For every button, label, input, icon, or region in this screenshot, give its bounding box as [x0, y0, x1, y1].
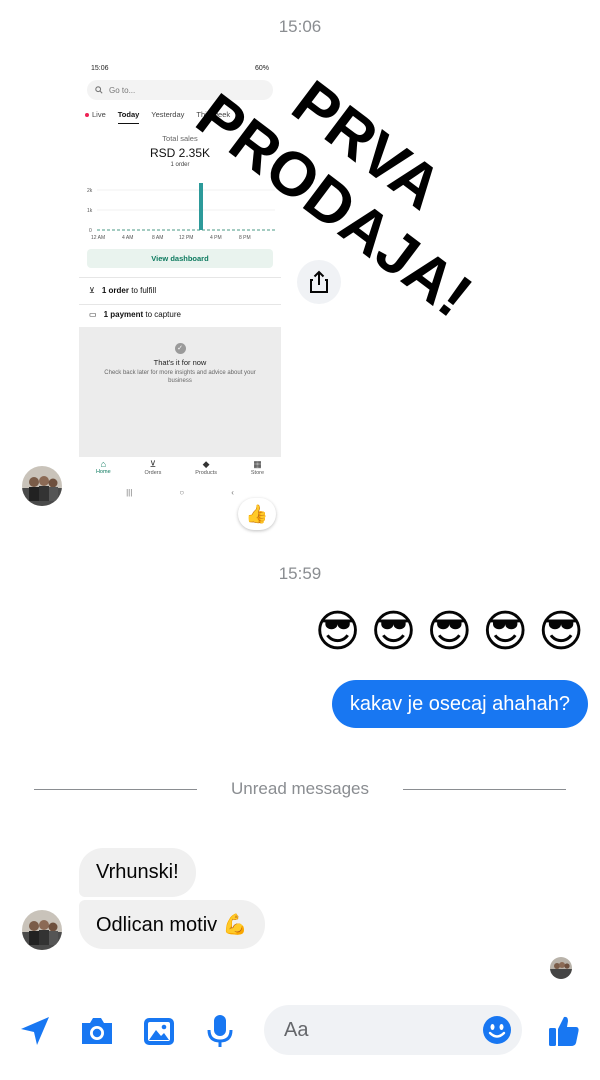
message-input[interactable]	[284, 1005, 474, 1055]
nav-home: ⌂ Home	[95, 459, 111, 475]
sent-message-bubble[interactable]: kakav je osecaj ahahah?	[331, 680, 588, 728]
x-tick-4am: 4 AM	[122, 235, 133, 241]
unread-label: Unread messages	[231, 779, 369, 798]
sent-emoji-message[interactable]: 😎 😎 😎 😎 😎	[315, 607, 584, 657]
emoji: 😎	[482, 607, 529, 656]
emoji: 😎	[538, 607, 584, 656]
avatar[interactable]	[22, 466, 62, 506]
tab-live: Live	[85, 110, 106, 124]
nav-products: ◆ Products	[195, 459, 217, 476]
share-icon	[310, 270, 328, 293]
x-tick-12am: 12 AM	[91, 235, 105, 241]
share-button[interactable]	[297, 260, 341, 304]
microphone-icon[interactable]	[202, 1013, 238, 1049]
overlay-text: PRVA PRODAJA!	[190, 68, 484, 331]
system-nav: ||| ○ ‹	[79, 488, 281, 497]
received-message-bubble[interactable]: Vrhunski!	[79, 848, 196, 897]
emoji: 😎	[370, 607, 417, 656]
search-placeholder: Go to...	[109, 85, 136, 95]
avatar[interactable]	[22, 910, 62, 950]
inbox-icon: ⊻	[89, 286, 95, 295]
tag-icon: ◆	[202, 459, 210, 469]
nav-store: ▦ Store	[250, 459, 265, 476]
check-icon: ✓	[174, 343, 186, 354]
nav-orders: ⊻ Orders	[144, 459, 162, 476]
home-icon: ⌂	[100, 459, 106, 469]
message-composer	[0, 1005, 600, 1057]
received-message-bubble[interactable]: Odlican motiv 💪	[79, 900, 265, 949]
recents-icon: |||	[126, 488, 133, 497]
empty-title: That's it for now	[153, 358, 207, 367]
x-tick-8am: 8 AM	[152, 235, 163, 241]
divider-line	[34, 788, 198, 790]
tab-today: Today	[117, 110, 140, 124]
empty-text: Check back later for more insights and a…	[104, 370, 256, 384]
location-arrow-icon[interactable]	[17, 1013, 53, 1049]
tab-yesterday: Yesterday	[151, 110, 185, 119]
emoji: 😎	[314, 607, 361, 656]
live-dot-icon	[85, 113, 89, 118]
seen-avatar	[550, 957, 572, 979]
thumbs-up-icon[interactable]	[546, 1013, 582, 1049]
timestamp: 15:59	[278, 564, 322, 583]
store-icon: ▦	[253, 459, 262, 469]
search-icon	[95, 86, 103, 94]
orders-icon: ⊻	[149, 459, 157, 469]
emoji-icon[interactable]	[482, 1015, 512, 1045]
y-tick-1k: 1k	[87, 208, 93, 214]
home-circle-icon: ○	[179, 488, 185, 497]
reaction-badge[interactable]: 👍	[238, 498, 276, 530]
back-icon: ‹	[231, 488, 234, 497]
emoji: 😎	[426, 607, 473, 656]
gallery-icon[interactable]	[141, 1013, 177, 1049]
status-time: 15:06	[91, 65, 109, 72]
camera-icon[interactable]	[79, 1013, 115, 1049]
bottom-nav: ⌂ Home ⊻ Orders ◆ Products ▦ Store	[79, 459, 281, 485]
divider-line	[402, 788, 566, 790]
card-icon: ▭	[89, 310, 97, 319]
timestamp: 15:06	[278, 17, 322, 36]
y-tick-0: 0	[89, 228, 92, 234]
message-input-container	[264, 1005, 522, 1055]
unread-divider: Unread messages	[34, 778, 566, 800]
y-tick-2k: 2k	[87, 188, 93, 194]
